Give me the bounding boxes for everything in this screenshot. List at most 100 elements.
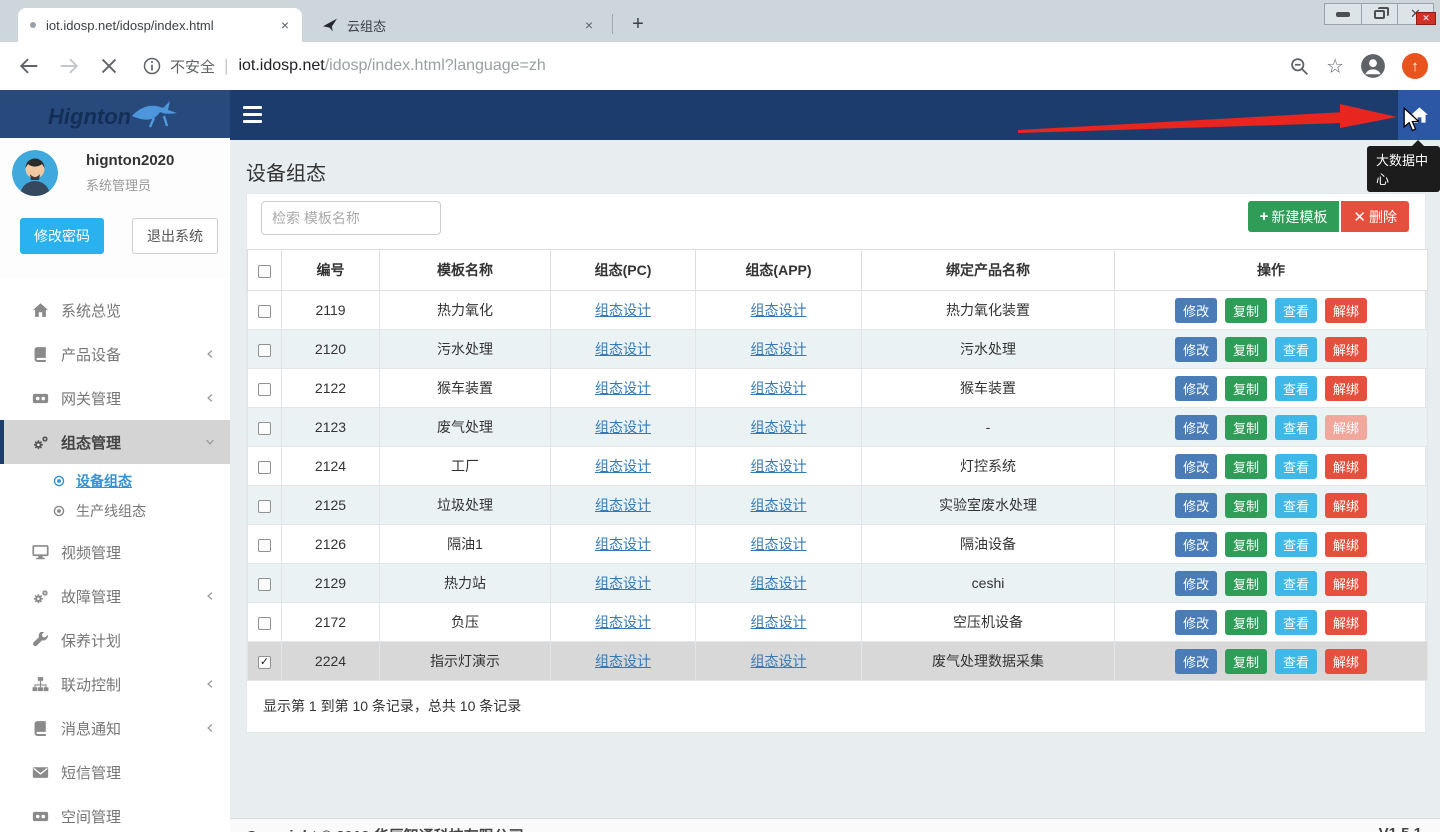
unbind-button[interactable]: 解绑 bbox=[1325, 571, 1367, 596]
copy-button[interactable]: 复制 bbox=[1225, 298, 1267, 323]
table-row[interactable]: 2172 负压 组态设计 组态设计 空压机设备 修改 复制 查看 解绑 bbox=[248, 603, 1428, 642]
pc-design-link[interactable]: 组态设计 bbox=[595, 341, 651, 357]
delete-button[interactable]: ✕删除 bbox=[1341, 201, 1409, 232]
browser-tab-inactive[interactable]: 云组态 × bbox=[310, 8, 606, 42]
view-button[interactable]: 查看 bbox=[1275, 337, 1317, 362]
sidebar-item-gateways[interactable]: 网关管理 bbox=[0, 376, 230, 420]
back-icon[interactable] bbox=[18, 55, 40, 77]
view-button[interactable]: 查看 bbox=[1275, 532, 1317, 557]
sidebar-item-faults[interactable]: 故障管理 bbox=[0, 574, 230, 618]
big-data-center-home-button[interactable] bbox=[1398, 90, 1440, 140]
address-url[interactable]: iot.idosp.net/idosp/index.html?language=… bbox=[238, 57, 545, 75]
browser-profile-avatar[interactable] bbox=[1360, 53, 1386, 79]
unbind-button[interactable]: 解绑 bbox=[1325, 610, 1367, 635]
edit-button[interactable]: 修改 bbox=[1175, 493, 1217, 518]
table-row[interactable]: 2119 热力氧化 组态设计 组态设计 热力氧化装置 修改 复制 查看 解绑 bbox=[248, 291, 1428, 330]
pc-design-link[interactable]: 组态设计 bbox=[595, 458, 651, 474]
sidebar-item-video[interactable]: 视频管理 bbox=[0, 530, 230, 574]
app-design-link[interactable]: 组态设计 bbox=[751, 302, 807, 318]
unbind-button[interactable]: 解绑 bbox=[1325, 298, 1367, 323]
edit-button[interactable]: 修改 bbox=[1175, 298, 1217, 323]
edit-button[interactable]: 修改 bbox=[1175, 376, 1217, 401]
pc-design-link[interactable]: 组态设计 bbox=[595, 380, 651, 396]
sidebar-item-linkage[interactable]: 联动控制 bbox=[0, 662, 230, 706]
window-restore-button[interactable] bbox=[1361, 4, 1397, 24]
unbind-button[interactable]: 解绑 bbox=[1325, 532, 1367, 557]
copy-button[interactable]: 复制 bbox=[1225, 454, 1267, 479]
window-minimize-button[interactable] bbox=[1325, 4, 1361, 24]
app-design-link[interactable]: 组态设计 bbox=[751, 614, 807, 630]
copy-button[interactable]: 复制 bbox=[1225, 337, 1267, 362]
logout-button[interactable]: 退出系统 bbox=[132, 218, 218, 254]
unbind-button[interactable]: 解绑 bbox=[1325, 337, 1367, 362]
app-design-link[interactable]: 组态设计 bbox=[751, 380, 807, 396]
new-template-button[interactable]: +新建模板 bbox=[1248, 201, 1340, 232]
browser-update-icon[interactable]: ↑ bbox=[1402, 53, 1428, 79]
sidebar-item-space[interactable]: 空间管理 bbox=[0, 794, 230, 832]
app-design-link[interactable]: 组态设计 bbox=[751, 458, 807, 474]
select-all-checkbox[interactable] bbox=[258, 265, 271, 278]
copy-button[interactable]: 复制 bbox=[1225, 493, 1267, 518]
tab-close-icon[interactable]: × bbox=[276, 16, 294, 34]
view-button[interactable]: 查看 bbox=[1275, 298, 1317, 323]
app-design-link[interactable]: 组态设计 bbox=[751, 497, 807, 513]
copy-button[interactable]: 复制 bbox=[1225, 532, 1267, 557]
table-row[interactable]: 2122 猴车装置 组态设计 组态设计 猴车装置 修改 复制 查看 解绑 bbox=[248, 369, 1428, 408]
change-password-button[interactable]: 修改密码 bbox=[20, 218, 104, 254]
hamburger-menu-icon[interactable] bbox=[243, 106, 262, 123]
row-checkbox[interactable] bbox=[258, 500, 271, 513]
unbind-button[interactable]: 解绑 bbox=[1325, 454, 1367, 479]
pc-design-link[interactable]: 组态设计 bbox=[595, 497, 651, 513]
app-design-link[interactable]: 组态设计 bbox=[751, 419, 807, 435]
edit-button[interactable]: 修改 bbox=[1175, 649, 1217, 674]
view-button[interactable]: 查看 bbox=[1275, 571, 1317, 596]
table-row[interactable]: 2125 垃圾处理 组态设计 组态设计 实验室废水处理 修改 复制 查看 解绑 bbox=[248, 486, 1428, 525]
pc-design-link[interactable]: 组态设计 bbox=[595, 536, 651, 552]
view-button[interactable]: 查看 bbox=[1275, 610, 1317, 635]
bookmark-star-icon[interactable]: ☆ bbox=[1326, 54, 1344, 79]
row-checkbox[interactable] bbox=[258, 344, 271, 357]
stop-loading-icon[interactable] bbox=[98, 55, 120, 77]
sidebar-item-sms[interactable]: 短信管理 bbox=[0, 750, 230, 794]
edit-button[interactable]: 修改 bbox=[1175, 571, 1217, 596]
pc-design-link[interactable]: 组态设计 bbox=[595, 419, 651, 435]
sidebar-item-notifications[interactable]: 消息通知 bbox=[0, 706, 230, 750]
copy-button[interactable]: 复制 bbox=[1225, 376, 1267, 401]
site-security-indicator[interactable]: 不安全 | bbox=[142, 56, 238, 77]
row-checkbox[interactable] bbox=[258, 539, 271, 552]
unbind-button[interactable]: 解绑 bbox=[1325, 415, 1367, 440]
copy-button[interactable]: 复制 bbox=[1225, 571, 1267, 596]
edit-button[interactable]: 修改 bbox=[1175, 532, 1217, 557]
copy-button[interactable]: 复制 bbox=[1225, 649, 1267, 674]
table-row[interactable]: 2129 热力站 组态设计 组态设计 ceshi 修改 复制 查看 解绑 bbox=[248, 564, 1428, 603]
search-input[interactable] bbox=[261, 201, 441, 235]
sidebar-item-products[interactable]: 产品设备 bbox=[0, 332, 230, 376]
row-checkbox[interactable] bbox=[258, 422, 271, 435]
row-checkbox[interactable] bbox=[258, 305, 271, 318]
sidebar-subitem-line-config[interactable]: 生产线组态 bbox=[0, 496, 230, 526]
edit-button[interactable]: 修改 bbox=[1175, 454, 1217, 479]
window-close-button[interactable]: ✕ ✕ bbox=[1397, 4, 1433, 24]
edit-button[interactable]: 修改 bbox=[1175, 337, 1217, 362]
zoom-out-icon[interactable] bbox=[1289, 56, 1310, 77]
view-button[interactable]: 查看 bbox=[1275, 454, 1317, 479]
pc-design-link[interactable]: 组态设计 bbox=[595, 575, 651, 591]
edit-button[interactable]: 修改 bbox=[1175, 610, 1217, 635]
view-button[interactable]: 查看 bbox=[1275, 493, 1317, 518]
app-design-link[interactable]: 组态设计 bbox=[751, 653, 807, 669]
row-checkbox[interactable] bbox=[258, 578, 271, 591]
pc-design-link[interactable]: 组态设计 bbox=[595, 614, 651, 630]
table-row[interactable]: 2124 工厂 组态设计 组态设计 灯控系统 修改 复制 查看 解绑 bbox=[248, 447, 1428, 486]
view-button[interactable]: 查看 bbox=[1275, 415, 1317, 440]
app-design-link[interactable]: 组态设计 bbox=[751, 341, 807, 357]
table-row[interactable]: 2120 污水处理 组态设计 组态设计 污水处理 修改 复制 查看 解绑 bbox=[248, 330, 1428, 369]
unbind-button[interactable]: 解绑 bbox=[1325, 376, 1367, 401]
view-button[interactable]: 查看 bbox=[1275, 649, 1317, 674]
table-row[interactable]: 2224 指示灯演示 组态设计 组态设计 废气处理数据采集 修改 复制 查看 解… bbox=[248, 642, 1428, 681]
table-row[interactable]: 2123 废气处理 组态设计 组态设计 - 修改 复制 查看 解绑 bbox=[248, 408, 1428, 447]
unbind-button[interactable]: 解绑 bbox=[1325, 493, 1367, 518]
sidebar-subitem-device-config[interactable]: 设备组态 bbox=[0, 466, 230, 496]
unbind-button[interactable]: 解绑 bbox=[1325, 649, 1367, 674]
row-checkbox[interactable] bbox=[258, 461, 271, 474]
browser-tab-active[interactable]: iot.idosp.net/idosp/index.html × bbox=[18, 8, 302, 42]
